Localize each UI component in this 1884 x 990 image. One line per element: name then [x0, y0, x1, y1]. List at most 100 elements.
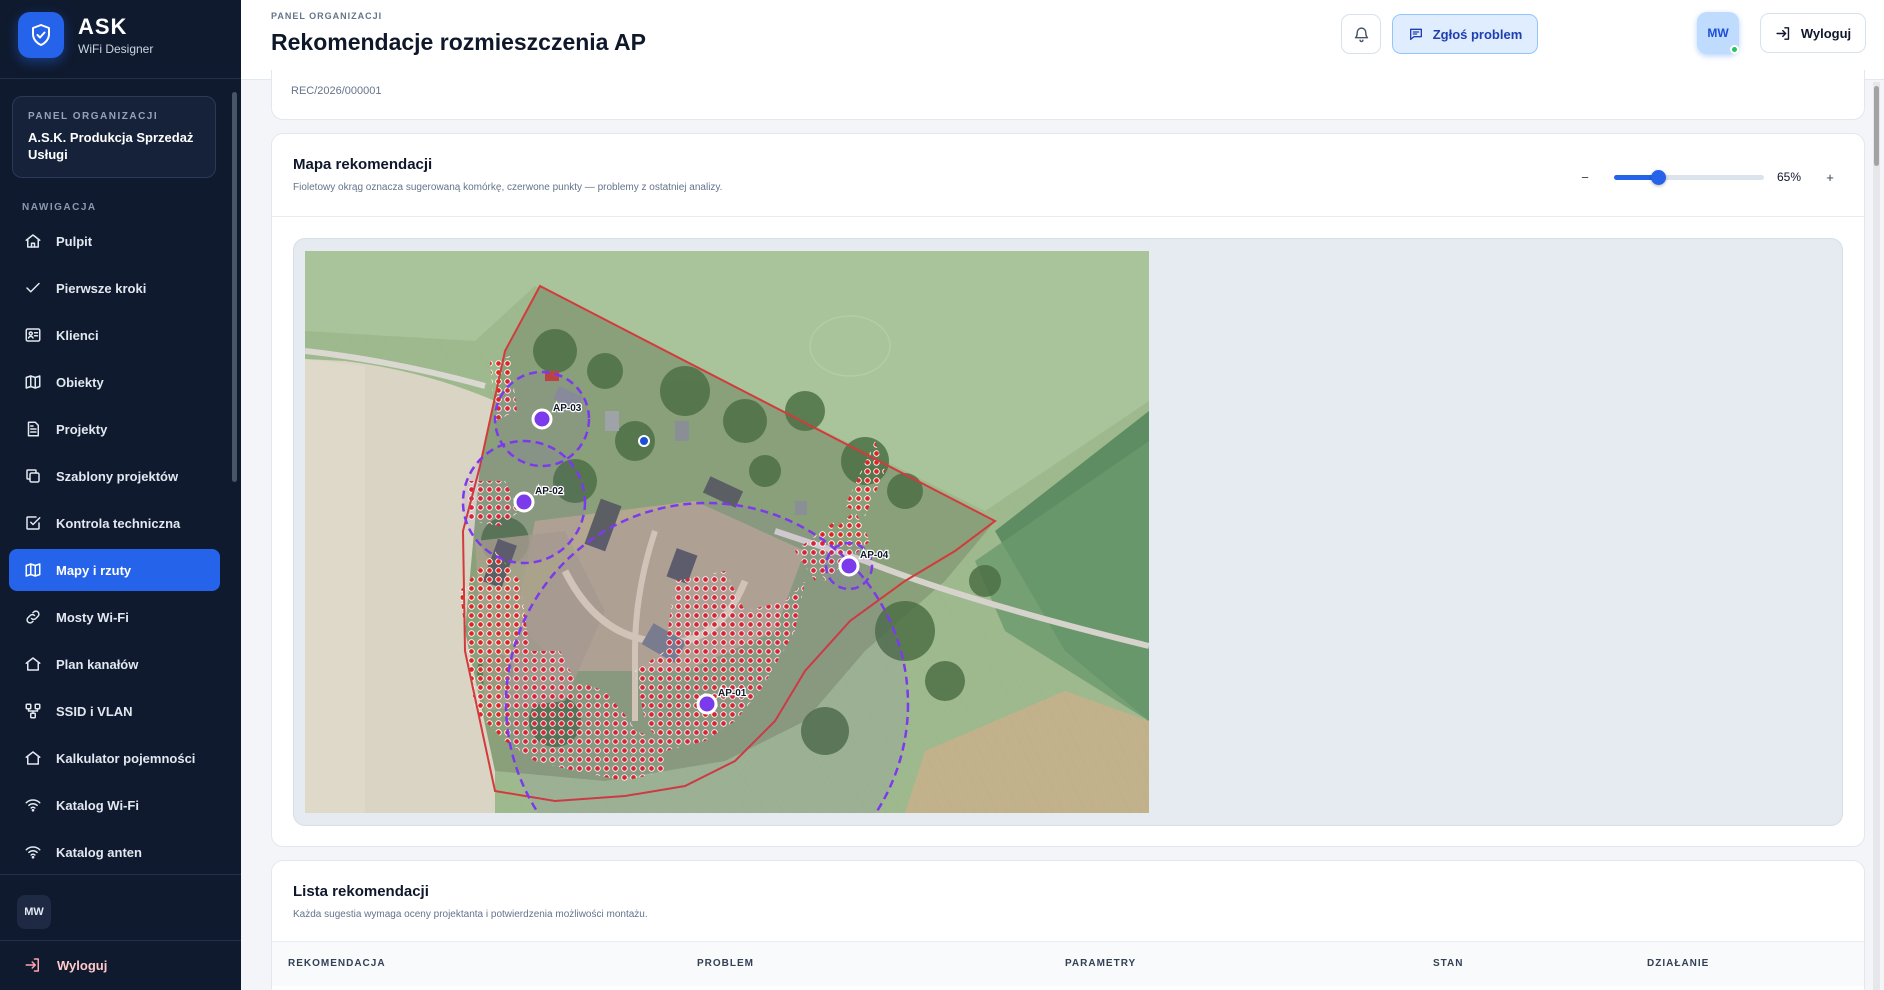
- main-scrollbar-track[interactable]: [1873, 82, 1880, 990]
- map-card: Mapa rekomendacji Fioletowy okrąg oznacz…: [271, 133, 1865, 847]
- org-label: PANEL ORGANIZACJI: [28, 111, 159, 122]
- aerial-map[interactable]: AP-01 AP-02 AP-03 AP-04: [305, 251, 1149, 813]
- logout-button[interactable]: Wyloguj: [1760, 13, 1866, 53]
- shield-icon: [18, 12, 64, 58]
- sidebar-item-projekty[interactable]: Projekty: [9, 408, 220, 450]
- sidebar-scrollbar[interactable]: [232, 92, 237, 482]
- sidebar-item-obiekty[interactable]: Obiekty: [9, 361, 220, 403]
- recommendation-reference: REC/2026/000001: [291, 85, 382, 97]
- divider: [0, 940, 241, 941]
- pale-field-edge: [305, 359, 365, 813]
- zoom-slider-handle[interactable]: [1650, 169, 1666, 185]
- divider: [0, 874, 241, 875]
- copy-icon: [26, 469, 40, 483]
- wifi-icon: [25, 799, 41, 812]
- sidebar-item-label: Pierwsze kroki: [56, 280, 147, 296]
- list-card-title: Lista rekomendacji: [293, 883, 429, 900]
- top-header: PANEL ORGANIZACJI Rekomendacje rozmieszc…: [241, 0, 1884, 80]
- home-icon: [25, 657, 41, 671]
- column-header-rekomendacja[interactable]: REKOMENDACJA: [288, 958, 386, 969]
- zoom-out-button[interactable]: −: [1574, 166, 1596, 188]
- sidebar-item-label: Katalog Wi-Fi: [56, 797, 139, 813]
- sidebar-logout-button[interactable]: Wyloguj: [24, 956, 107, 974]
- device-marker[interactable]: [638, 435, 650, 447]
- ap-label-ap-02: AP-02: [535, 486, 564, 497]
- column-header-problem[interactable]: PROBLEM: [697, 958, 754, 969]
- logout-icon: [25, 958, 39, 972]
- sidebar-nav: Pulpit Pierwsze kroki Klienci Obiekty Pr…: [9, 220, 220, 878]
- sidebar-item-label: SSID i VLAN: [56, 703, 133, 719]
- check-icon: [26, 282, 40, 293]
- ap-label-ap-01: AP-01: [718, 688, 747, 699]
- notifications-button[interactable]: [1341, 14, 1381, 54]
- page-title: Rekomendacje rozmieszczenia AP: [271, 29, 646, 55]
- zoom-value: 65%: [1777, 170, 1802, 184]
- id-card-icon: [25, 328, 41, 342]
- report-problem-label: Zgłoś problem: [1432, 26, 1523, 42]
- zoom-in-button[interactable]: +: [1819, 166, 1841, 188]
- sidebar-item-label: Pulpit: [56, 233, 93, 249]
- sidebar-item-kalkulator-pojemnosci[interactable]: Kalkulator pojemności: [9, 737, 220, 779]
- sidebar-item-ssid-vlan[interactable]: SSID i VLAN: [9, 690, 220, 732]
- sidebar-item-mapy-i-rzuty[interactable]: Mapy i rzuty: [9, 549, 220, 591]
- organization-card[interactable]: PANEL ORGANIZACJI A.S.K. Produkcja Sprze…: [12, 96, 216, 178]
- map-canvas[interactable]: AP-01 AP-02 AP-03 AP-04: [293, 238, 1843, 826]
- divider: [0, 78, 241, 79]
- logout-icon: [1776, 26, 1790, 40]
- sidebar: ASK WiFi Designer PANEL ORGANIZACJI A.S.…: [0, 0, 241, 990]
- main-scrollbar-thumb[interactable]: [1874, 86, 1879, 166]
- summary-card: REC/2026/000001: [271, 70, 1865, 120]
- sidebar-item-label: Kontrola techniczna: [56, 515, 181, 531]
- divider: [272, 216, 1864, 217]
- sidebar-item-katalog-anten[interactable]: Katalog anten: [9, 831, 220, 873]
- org-name: A.S.K. Produkcja Sprzedaż Usługi: [28, 130, 194, 162]
- sidebar-item-label: Kalkulator pojemności: [56, 750, 196, 766]
- message-icon: [1409, 28, 1422, 40]
- sidebar-item-label: Mapy i rzuty: [56, 562, 132, 578]
- sidebar-item-label: Klienci: [56, 327, 99, 343]
- logout-label: Wyloguj: [57, 957, 108, 973]
- zoom-slider[interactable]: [1614, 169, 1764, 185]
- zoom-control: − 65% +: [1574, 166, 1841, 188]
- ap-label-ap-03: AP-03: [553, 403, 582, 414]
- sidebar-item-label: Plan kanałów: [56, 656, 139, 672]
- sidebar-item-kontrola-techniczna[interactable]: Kontrola techniczna: [9, 502, 220, 544]
- column-header-parametry[interactable]: PARAMETRY: [1065, 958, 1136, 969]
- online-status-dot: [1730, 45, 1739, 54]
- brand-name: ASK: [78, 14, 128, 39]
- network-icon: [25, 703, 41, 719]
- brand-subtitle: WiFi Designer: [78, 42, 154, 56]
- map-card-title: Mapa rekomendacji: [293, 156, 433, 173]
- sidebar-item-pierwsze-kroki[interactable]: Pierwsze kroki: [9, 267, 220, 309]
- brand[interactable]: ASK WiFi Designer: [18, 12, 153, 58]
- sidebar-item-plan-kanalow[interactable]: Plan kanałów: [9, 643, 220, 685]
- sidebar-avatar[interactable]: MW: [17, 895, 51, 929]
- wifi-icon: [25, 846, 41, 859]
- recommendations-list-card: Lista rekomendacji Każda sugestia wymaga…: [271, 860, 1865, 990]
- column-header-stan[interactable]: STAN: [1433, 958, 1463, 969]
- home-icon: [25, 751, 41, 765]
- sidebar-item-pulpit[interactable]: Pulpit: [9, 220, 220, 262]
- column-header-dzialanie[interactable]: DZIAŁANIE: [1647, 958, 1709, 969]
- sidebar-item-label: Katalog anten: [56, 844, 142, 860]
- map-icon: [25, 375, 41, 389]
- breadcrumb: PANEL ORGANIZACJI: [271, 11, 383, 21]
- map-card-subtitle: Fioletowy okrąg oznacza sugerowaną komór…: [293, 182, 723, 193]
- list-card-subtitle: Każda sugestia wymaga oceny projektanta …: [293, 909, 648, 920]
- nav-title: NAWIGACJA: [22, 202, 97, 213]
- sidebar-item-label: Mosty Wi-Fi: [56, 609, 129, 625]
- logout-label: Wyloguj: [1800, 25, 1852, 41]
- sidebar-item-label: Obiekty: [56, 374, 104, 390]
- report-problem-button[interactable]: Zgłoś problem: [1392, 14, 1538, 54]
- checkbox-icon: [26, 516, 41, 530]
- ap-label-ap-04: AP-04: [860, 550, 889, 561]
- sidebar-item-label: Projekty: [56, 421, 108, 437]
- sidebar-item-label: Szablony projektów: [56, 468, 179, 484]
- map-icon: [25, 563, 41, 577]
- sidebar-item-mosty-wifi[interactable]: Mosty Wi-Fi: [9, 596, 220, 638]
- sidebar-item-szablony-projektow[interactable]: Szablony projektów: [9, 455, 220, 497]
- sidebar-item-katalog-wifi[interactable]: Katalog Wi-Fi: [9, 784, 220, 826]
- home-icon: [25, 234, 41, 248]
- sidebar-item-klienci[interactable]: Klienci: [9, 314, 220, 356]
- document-icon: [27, 421, 39, 437]
